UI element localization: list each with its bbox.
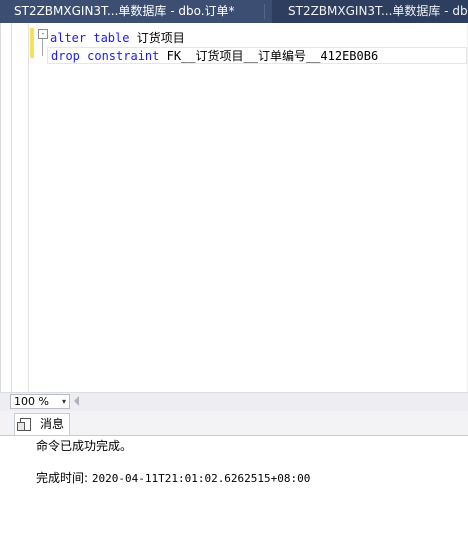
dropdown-arrow-icon[interactable]: ▾: [62, 395, 66, 408]
collapse-toggle-icon[interactable]: -: [38, 29, 48, 39]
scroll-left-icon[interactable]: [74, 396, 79, 406]
zoom-value: 100 %: [14, 395, 49, 408]
editor-gutter-divider: [28, 23, 29, 392]
code-keyword: drop constraint: [51, 49, 160, 63]
code-text: 订货项目: [129, 31, 185, 45]
tab-inactive-query[interactable]: ST2ZBMXGIN3T...单数据库 - dbo.订单: [274, 0, 468, 23]
change-tracking-mark: [30, 28, 34, 58]
completion-time-label: 完成时间:: [36, 471, 92, 485]
tab-messages[interactable]: 消息: [14, 413, 70, 435]
messages-pane: 命令已成功完成。 完成时间: 2020-04-11T21:01:02.62625…: [0, 436, 468, 554]
document-tab-strip: ST2ZBMXGIN3T...单数据库 - dbo.订单* ST2ZBMXGIN…: [0, 0, 468, 23]
editor-left-margin: [1, 23, 12, 392]
code-line-1[interactable]: alter table 订货项目: [50, 30, 185, 47]
code-text: FK__订货项目__订单编号__412EB0B6: [159, 49, 379, 63]
messages-icon: [17, 418, 31, 431]
code-line-2[interactable]: drop constraint FK__订货项目__订单编号__412EB0B6: [47, 47, 467, 64]
message-completion-time: 完成时间: 2020-04-11T21:01:02.6262515+08:00: [36, 470, 310, 487]
tab-active-query[interactable]: ST2ZBMXGIN3T...单数据库 - dbo.订单*: [0, 0, 272, 23]
tab-separator: [264, 4, 265, 19]
completion-time-value: 2020-04-11T21:01:02.6262515+08:00: [91, 472, 311, 485]
query-editor[interactable]: - alter table 订货项目 drop constraint FK__订…: [0, 23, 468, 392]
tab-messages-label: 消息: [40, 417, 65, 431]
zoom-bar: 100 % ▾: [0, 392, 468, 411]
code-keyword: alter table: [50, 31, 130, 45]
zoom-select[interactable]: 100 % ▾: [10, 394, 70, 409]
results-tab-strip: 消息: [0, 411, 468, 436]
outline-line: [42, 39, 43, 56]
message-success: 命令已成功完成。: [36, 439, 133, 453]
